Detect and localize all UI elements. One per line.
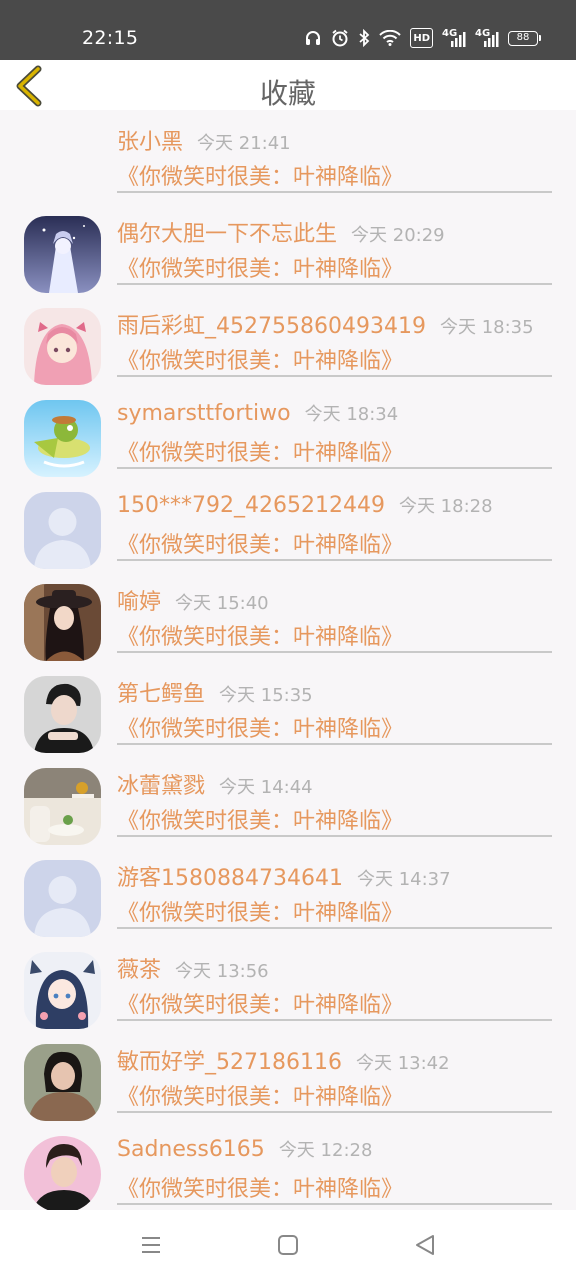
- list-item[interactable]: 薇茶 今天 13:56 《你微笑时很美：叶神降临》: [0, 938, 576, 1030]
- list-item-info: Sadness6165 今天 12:28 《你微笑时很美：叶神降临》: [117, 1122, 552, 1205]
- user-name: 150***792_4265212449: [117, 493, 385, 518]
- list-item-info: 雨后彩虹_452755860493419 今天 18:35 《你微笑时很美：叶神降…: [117, 294, 552, 377]
- avatar[interactable]: [24, 952, 101, 1029]
- list-item[interactable]: 游客1580884734641 今天 14:37 《你微笑时很美：叶神降临》: [0, 846, 576, 938]
- book-title: 《你微笑时很美：叶神降临》: [117, 1085, 404, 1110]
- book-title: 《你微笑时很美：叶神降临》: [117, 625, 404, 650]
- status-bar: 22:15 HD 4G 4G 88: [0, 0, 576, 60]
- item-time: 今天 13:42: [355, 1053, 450, 1074]
- item-time: 今天 13:56: [175, 961, 269, 982]
- book-title: 《你微笑时很美：叶神降临》: [117, 1177, 404, 1202]
- list-item-info: symarsttfortiwo 今天 18:34 《你微笑时很美：叶神降临》: [117, 386, 552, 469]
- avatar[interactable]: [24, 860, 101, 937]
- list-item[interactable]: 偶尔大胆一下不忘此生 今天 20:29 《你微笑时很美：叶神降临》: [0, 202, 576, 294]
- item-time: 今天 14:44: [219, 777, 313, 798]
- avatar[interactable]: [24, 1044, 101, 1121]
- avatar[interactable]: [24, 308, 101, 385]
- book-title: 《你微笑时很美：叶神降临》: [117, 349, 404, 374]
- avatar[interactable]: [24, 400, 101, 477]
- item-time: 今天 15:35: [219, 685, 313, 706]
- list-item-info: 偶尔大胆一下不忘此生 今天 20:29 《你微笑时很美：叶神降临》: [117, 202, 552, 285]
- item-time: 今天 18:35: [439, 317, 534, 338]
- status-time: 22:15: [82, 27, 139, 49]
- list-item[interactable]: 喻婷 今天 15:40 《你微笑时很美：叶神降临》: [0, 570, 576, 662]
- list-item-info: 150***792_4265212449 今天 18:28 《你微笑时很美：叶神降…: [117, 478, 552, 561]
- user-name: 游客1580884734641: [117, 866, 343, 891]
- item-time: 今天 12:28: [278, 1140, 373, 1161]
- hd-icon: HD: [410, 28, 433, 48]
- list-item-info: 游客1580884734641 今天 14:37 《你微笑时很美：叶神降临》: [117, 846, 552, 929]
- system-nav-bar: [0, 1210, 576, 1280]
- list-item[interactable]: 张小黑 今天 21:41 《你微笑时很美：叶神降临》: [0, 110, 576, 202]
- menu-icon: [142, 1237, 160, 1253]
- book-title: 《你微笑时很美：叶神降临》: [117, 257, 404, 282]
- list-item[interactable]: symarsttfortiwo 今天 18:34 《你微笑时很美：叶神降临》: [0, 386, 576, 478]
- page-title: 收藏: [259, 77, 316, 110]
- user-name: 第七鳄鱼: [117, 682, 206, 707]
- user-name: 张小黑: [117, 130, 184, 155]
- book-title: 《你微笑时很美：叶神降临》: [117, 441, 404, 466]
- list-item-info: 薇茶 今天 13:56 《你微笑时很美：叶神降临》: [117, 938, 552, 1021]
- wifi-icon: [379, 28, 402, 48]
- home-button[interactable]: [275, 1232, 301, 1258]
- battery-icon: 88: [508, 30, 541, 46]
- book-title: 《你微笑时很美：叶神降临》: [117, 901, 404, 926]
- user-name: 偶尔大胆一下不忘此生: [117, 222, 338, 247]
- user-name: Sadness6165: [117, 1137, 265, 1162]
- item-time: 今天 21:41: [197, 133, 291, 154]
- list-item-info: 敏而好学_527186116 今天 13:42 《你微笑时很美：叶神降临》: [117, 1030, 552, 1113]
- avatar[interactable]: [24, 1136, 101, 1210]
- back-nav-button[interactable]: [412, 1232, 438, 1258]
- item-time: 今天 15:40: [175, 593, 269, 614]
- avatar[interactable]: [24, 492, 101, 569]
- list-item[interactable]: 第七鳄鱼 今天 15:35 《你微笑时很美：叶神降临》: [0, 662, 576, 754]
- home-square-icon: [278, 1235, 298, 1255]
- bluetooth-icon: [358, 28, 370, 48]
- list-item[interactable]: 冰蕾黛戮 今天 14:44 《你微笑时很美：叶神降临》: [0, 754, 576, 846]
- alarm-icon: [331, 28, 349, 48]
- list-item[interactable]: 雨后彩虹_452755860493419 今天 18:35 《你微笑时很美：叶神降…: [0, 294, 576, 386]
- headphones-icon: [304, 28, 322, 48]
- book-title: 《你微笑时很美：叶神降临》: [117, 533, 404, 558]
- list-item-info: 第七鳄鱼 今天 15:35 《你微笑时很美：叶神降临》: [117, 662, 552, 745]
- avatar[interactable]: [24, 216, 101, 293]
- back-triangle-icon: [416, 1235, 434, 1255]
- list-item-info: 喻婷 今天 15:40 《你微笑时很美：叶神降临》: [117, 570, 552, 653]
- signal-4g-icon: 4G: [442, 29, 466, 47]
- book-title: 《你微笑时很美：叶神降临》: [117, 717, 404, 742]
- item-time: 今天 18:34: [304, 404, 399, 425]
- item-time: 今天 14:37: [356, 869, 451, 890]
- favorites-list: 张小黑 今天 21:41 《你微笑时很美：叶神降临》 偶尔大胆一下不忘此生 今天 2…: [0, 110, 576, 1210]
- user-name: 雨后彩虹_452755860493419: [117, 314, 426, 339]
- signal-4g-icon: 4G: [475, 29, 499, 47]
- status-icons: HD 4G 4G 88: [304, 28, 541, 48]
- user-name: 冰蕾黛戮: [117, 774, 206, 799]
- list-item[interactable]: Sadness6165 今天 12:28 《你微笑时很美：叶神降临》: [0, 1122, 576, 1210]
- user-name: symarsttfortiwo: [117, 401, 291, 426]
- item-time: 今天 20:29: [351, 225, 445, 246]
- user-name: 敏而好学_527186116: [117, 1050, 342, 1075]
- user-name: 喻婷: [117, 590, 162, 615]
- book-title: 《你微笑时很美：叶神降临》: [117, 809, 404, 834]
- list-item[interactable]: 敏而好学_527186116 今天 13:42 《你微笑时很美：叶神降临》: [0, 1030, 576, 1122]
- item-time: 今天 18:28: [398, 496, 493, 517]
- avatar[interactable]: [24, 676, 101, 753]
- avatar[interactable]: [24, 768, 101, 845]
- book-title: 《你微笑时很美：叶神降临》: [117, 993, 404, 1018]
- avatar[interactable]: [24, 584, 101, 661]
- list-item-info: 冰蕾黛戮 今天 14:44 《你微笑时很美：叶神降临》: [117, 754, 552, 837]
- book-title: 《你微笑时很美：叶神降临》: [117, 165, 404, 190]
- list-item[interactable]: 150***792_4265212449 今天 18:28 《你微笑时很美：叶神降…: [0, 478, 576, 570]
- list-item-info: 张小黑 今天 21:41 《你微笑时很美：叶神降临》: [117, 110, 552, 193]
- header: 收藏: [0, 60, 576, 110]
- menu-button[interactable]: [138, 1232, 164, 1258]
- user-name: 薇茶: [117, 958, 162, 983]
